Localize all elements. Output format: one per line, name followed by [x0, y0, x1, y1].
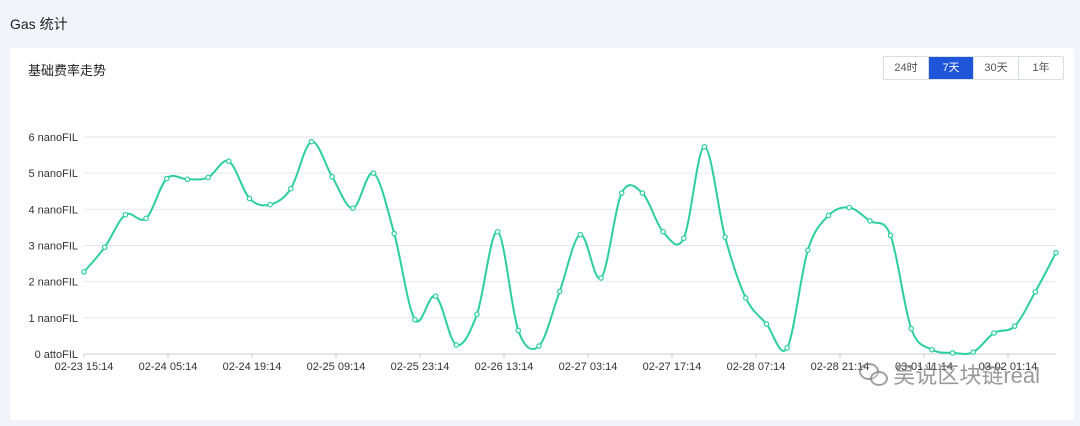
data-point: [742, 295, 749, 301]
chart-card: 基础费率走势 24时 7天 30天 1年 0 attoFIL 1 nanoFIL 2…: [10, 48, 1074, 420]
data-point: [122, 211, 129, 218]
data-point: [453, 342, 460, 348]
data-point: [412, 316, 418, 323]
data-point: [680, 235, 687, 242]
data-point: [81, 269, 87, 275]
data-point: [205, 174, 211, 181]
data-point: [432, 293, 439, 299]
y-tick-label: 6 nanoFIL: [28, 132, 78, 144]
data-point: [763, 321, 770, 327]
x-tick-label: 02-23 15:14: [55, 361, 114, 373]
x-tick-label: 02-24 19:14: [223, 361, 282, 373]
data-point: [1053, 249, 1059, 256]
y-tick-label: 0 attoFIL: [35, 349, 78, 361]
data-point: [701, 143, 708, 150]
data-point: [949, 350, 956, 356]
data-point: [846, 204, 852, 211]
watermark-text: 吴说区块链real: [893, 363, 1040, 388]
data-point: [163, 175, 170, 182]
data-point: [370, 170, 377, 176]
data-point: [825, 212, 832, 219]
y-tick-label: 4 nanoFIL: [28, 204, 78, 216]
data-point: [474, 311, 480, 318]
wechat-icon: [859, 363, 889, 386]
data-point: [991, 330, 997, 336]
data-point: [660, 228, 666, 235]
data-point: [908, 325, 915, 332]
x-tick-label: 02-26 13:14: [475, 361, 534, 373]
y-tick-label: 5 nanoFIL: [28, 168, 78, 180]
data-point: [1011, 323, 1018, 329]
data-point: [887, 232, 894, 239]
x-tick-label: 02-27 03:14: [559, 361, 618, 373]
data-point: [639, 190, 646, 196]
data-point: [598, 275, 604, 281]
data-point: [350, 205, 356, 212]
data-point: [1032, 288, 1039, 295]
watermark: 吴说区块链real: [859, 358, 1040, 390]
y-tick-label: 3 nanoFIL: [28, 241, 78, 253]
data-point: [267, 201, 273, 208]
y-tick-label: 1 nanoFIL: [28, 313, 78, 325]
data-point: [805, 247, 811, 254]
x-tick-label: 02-24 05:14: [139, 361, 198, 373]
data-point: [225, 158, 232, 165]
x-tick-label: 02-27 17:14: [643, 361, 702, 373]
data-point: [329, 173, 335, 180]
data-point: [515, 327, 522, 334]
y-tick-label: 2 nanoFIL: [28, 277, 78, 289]
data-point: [184, 176, 191, 183]
data-point: [970, 349, 977, 355]
data-point: [556, 288, 563, 295]
data-point: [536, 343, 542, 349]
data-point: [143, 215, 149, 222]
data-point: [308, 138, 315, 145]
data-point: [618, 190, 625, 196]
data-point: [929, 346, 935, 353]
x-tick-label: 02-25 23:14: [391, 361, 450, 373]
data-point: [391, 230, 398, 237]
data-point: [784, 345, 790, 351]
data-point: [246, 195, 253, 202]
page-title: Gas 统计: [10, 16, 68, 32]
data-point: [867, 218, 873, 224]
x-tick-label: 02-25 09:14: [307, 361, 366, 373]
data-point: [101, 244, 108, 251]
data-point: [494, 228, 501, 235]
x-tick-label: 02-28 07:14: [727, 361, 786, 373]
data-point: [288, 185, 294, 192]
data-point: [722, 234, 728, 240]
data-point: [577, 231, 584, 238]
